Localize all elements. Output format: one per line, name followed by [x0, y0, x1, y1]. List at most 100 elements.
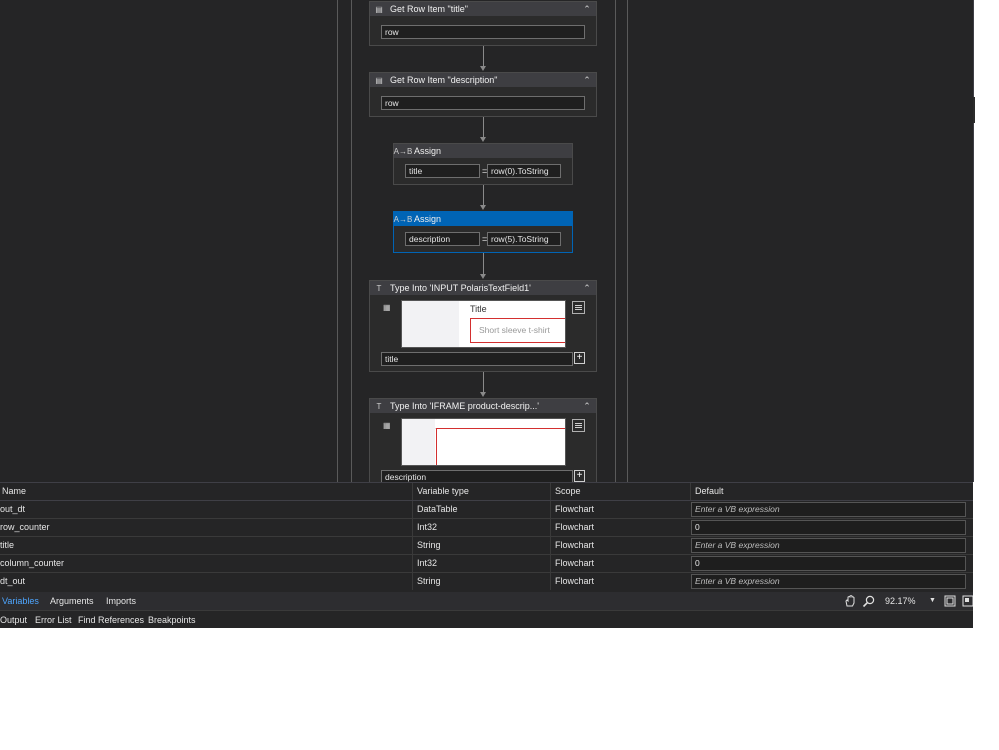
- scrollbar-edge: [973, 0, 974, 482]
- tab-arguments[interactable]: Arguments: [50, 592, 94, 610]
- pan-hand-icon[interactable]: [843, 594, 857, 608]
- indicate-on-screen-icon[interactable]: ▦: [383, 421, 393, 431]
- connector-arrow: [480, 274, 486, 279]
- preview-highlighted-field: [436, 428, 565, 465]
- activity-get-row-item-title[interactable]: ▤ Get Row Item "title" ⌃ row: [369, 1, 597, 46]
- variable-name[interactable]: out_dt: [0, 501, 410, 518]
- variable-scope[interactable]: Flowchart: [550, 537, 690, 554]
- text-input[interactable]: title: [381, 352, 573, 366]
- screenshot-preview: [401, 418, 566, 466]
- activity-title: Get Row Item "description": [390, 75, 498, 85]
- activity-title: Assign: [414, 214, 442, 224]
- collapse-icon[interactable]: ⌃: [582, 283, 592, 294]
- zoom-level[interactable]: 92.17%: [885, 592, 916, 610]
- preview-placeholder: Short sleeve t-shirt: [479, 325, 550, 335]
- options-menu-icon[interactable]: [572, 301, 585, 314]
- sequence-border-left: [337, 0, 338, 482]
- activity-header[interactable]: A→B Assign: [394, 144, 572, 158]
- connector-arrow: [480, 66, 486, 71]
- studio-window: ▤ Get Row Item "title" ⌃ row ▤ Get Row I…: [0, 0, 973, 628]
- activity-get-row-item-description[interactable]: ▤ Get Row Item "description" ⌃ row: [369, 72, 597, 117]
- variable-scope[interactable]: Flowchart: [550, 519, 690, 536]
- tab-breakpoints[interactable]: Breakpoints: [148, 611, 196, 628]
- datatable-icon: ▤: [375, 75, 383, 85]
- column-header-scope[interactable]: Scope: [550, 483, 690, 500]
- variable-default-input[interactable]: 0: [691, 556, 966, 571]
- activity-header[interactable]: T Type Into 'INPUT PolarisTextField1' ⌃: [370, 281, 596, 295]
- connector-line: [483, 253, 484, 274]
- variable-type[interactable]: DataTable: [412, 501, 551, 518]
- row-input[interactable]: row: [381, 96, 585, 110]
- preview-side-panel: [402, 419, 435, 465]
- connector-arrow: [480, 392, 486, 397]
- assign-to-field[interactable]: description: [405, 232, 480, 246]
- activity-title: Assign: [414, 146, 442, 156]
- collapse-icon[interactable]: ⌃: [582, 75, 592, 86]
- table-row[interactable]: dt_out String Flowchart Enter a VB expre…: [0, 573, 973, 591]
- collapse-icon[interactable]: ⌃: [582, 4, 592, 15]
- table-row[interactable]: row_counter Int32 Flowchart 0: [0, 519, 973, 537]
- add-icon[interactable]: +: [574, 470, 585, 482]
- fit-to-screen-icon[interactable]: [944, 595, 956, 607]
- activity-header-selected[interactable]: A→B Assign: [394, 212, 572, 226]
- column-header-default[interactable]: Default: [690, 483, 966, 500]
- connector-line: [483, 185, 484, 205]
- activity-header[interactable]: ▤ Get Row Item "title" ⌃: [370, 2, 596, 16]
- variable-name[interactable]: column_counter: [0, 555, 410, 572]
- row-input[interactable]: row: [381, 25, 585, 39]
- variable-type[interactable]: Int32: [412, 555, 551, 572]
- variable-name[interactable]: dt_out: [0, 573, 410, 590]
- variable-scope[interactable]: Flowchart: [550, 555, 690, 572]
- type-into-icon: T: [376, 401, 382, 411]
- variable-default-input[interactable]: Enter a VB expression: [691, 574, 966, 589]
- activity-assign-description[interactable]: A→B Assign description = row(5).ToString: [393, 211, 573, 253]
- preview-highlighted-field: Short sleeve t-shirt: [470, 318, 565, 343]
- scrollbar-thumb[interactable]: [973, 97, 975, 123]
- variable-default-input[interactable]: Enter a VB expression: [691, 538, 966, 553]
- variable-type[interactable]: Int32: [412, 519, 551, 536]
- connector-line: [483, 117, 484, 137]
- activity-assign-title[interactable]: A→B Assign title = row(0).ToString: [393, 143, 573, 185]
- assign-to-field[interactable]: title: [405, 164, 480, 178]
- variables-panel: Name Variable type Scope Default out_dt …: [0, 482, 973, 592]
- column-header-type[interactable]: Variable type: [412, 483, 551, 500]
- vertical-scrollbar[interactable]: [973, 0, 999, 482]
- activity-type-into-iframe[interactable]: T Type Into 'IFRAME product-descrip...' …: [369, 398, 597, 482]
- collapse-icon[interactable]: ⌃: [582, 401, 592, 412]
- table-row[interactable]: out_dt DataTable Flowchart Enter a VB ex…: [0, 501, 973, 519]
- variable-default-input[interactable]: Enter a VB expression: [691, 502, 966, 517]
- tab-variables[interactable]: Variables: [2, 592, 39, 610]
- activity-header[interactable]: T Type Into 'IFRAME product-descrip...' …: [370, 399, 596, 413]
- workflow-designer-canvas[interactable]: ▤ Get Row Item "title" ⌃ row ▤ Get Row I…: [0, 0, 973, 482]
- table-row[interactable]: title String Flowchart Enter a VB expres…: [0, 537, 973, 555]
- tab-output[interactable]: Output: [0, 611, 27, 628]
- zoom-dropdown-icon[interactable]: ▼: [929, 592, 936, 610]
- tab-imports[interactable]: Imports: [106, 592, 136, 610]
- sequence-border-right: [627, 0, 628, 482]
- column-header-name[interactable]: Name: [2, 483, 412, 500]
- variable-scope[interactable]: Flowchart: [550, 501, 690, 518]
- sequence-inner-border-left: [351, 0, 352, 482]
- assign-value-field[interactable]: row(0).ToString: [487, 164, 561, 178]
- add-icon[interactable]: +: [574, 352, 585, 364]
- variable-name[interactable]: row_counter: [0, 519, 410, 536]
- assign-icon: A→B: [393, 214, 413, 224]
- indicate-on-screen-icon[interactable]: ▦: [383, 303, 393, 313]
- assign-value-field[interactable]: row(5).ToString: [487, 232, 561, 246]
- activity-type-into-input[interactable]: T Type Into 'INPUT PolarisTextField1' ⌃ …: [369, 280, 597, 372]
- variable-name[interactable]: title: [0, 537, 410, 554]
- options-menu-icon[interactable]: [572, 419, 585, 432]
- variable-type[interactable]: String: [412, 573, 551, 590]
- variable-default-input[interactable]: 0: [691, 520, 966, 535]
- zoom-search-icon[interactable]: [862, 594, 876, 608]
- tab-error-list[interactable]: Error List: [35, 611, 72, 628]
- table-row[interactable]: column_counter Int32 Flowchart 0: [0, 555, 973, 573]
- tab-find-references[interactable]: Find References: [78, 611, 144, 628]
- text-input[interactable]: description: [381, 470, 573, 482]
- overview-icon[interactable]: [962, 595, 973, 607]
- variable-scope[interactable]: Flowchart: [550, 573, 690, 590]
- variable-type[interactable]: String: [412, 537, 551, 554]
- connector-arrow: [480, 137, 486, 142]
- type-into-icon: T: [376, 283, 382, 293]
- activity-header[interactable]: ▤ Get Row Item "description" ⌃: [370, 73, 596, 87]
